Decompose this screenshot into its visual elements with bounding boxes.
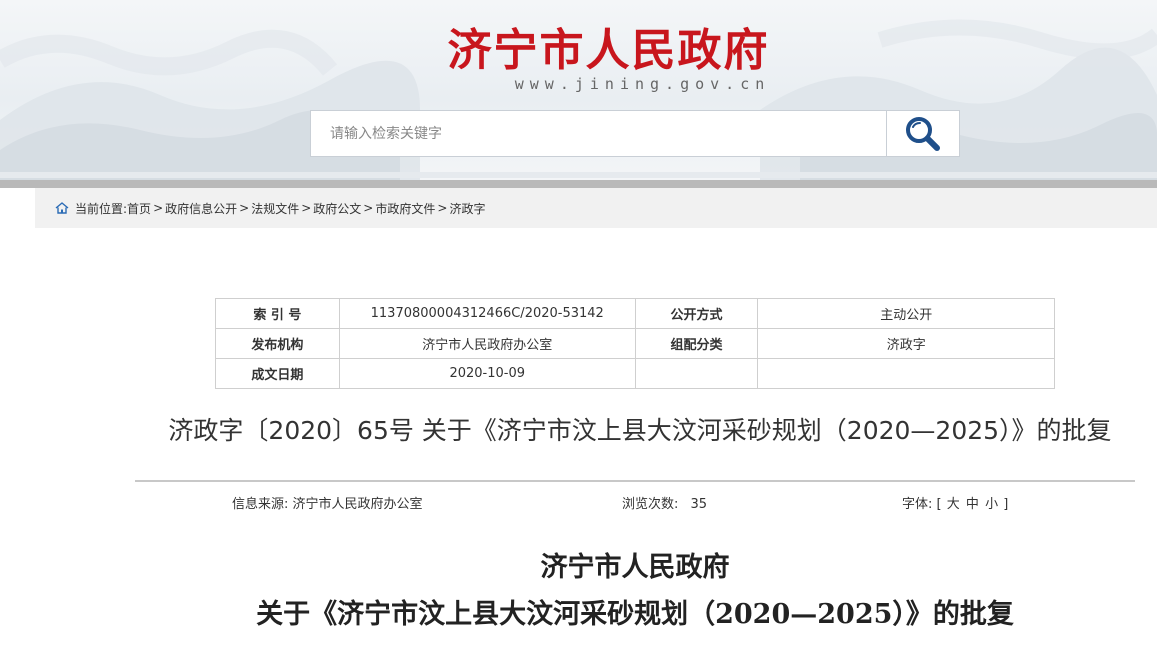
empty-cell [757,358,1055,389]
breadcrumb-item-regulations[interactable]: 法规文件 [251,200,299,217]
document-title: 济政字〔2020〕65号 关于《济宁市汶上县大汶河采砂规划（2020—2025）… [168,416,1112,445]
breadcrumb-item-jizhengzi[interactable]: 济政字 [449,200,485,217]
index-value: 11370800004312466C/2020-53142 [338,298,636,329]
disclosure-value: 主动公开 [757,298,1055,329]
font-label: 字体: [902,497,933,512]
body-heading-subject: 关于《济宁市汶上县大汶河采砂规划（2020—2025）》的批复 [256,599,1014,630]
category-label: 组配分类 [634,328,759,359]
table-row: 成文日期 2020-10-09 [215,358,1055,389]
source-value: 济宁市人民政府办公室 [292,497,423,512]
search-button[interactable] [886,111,959,156]
font-size-medium[interactable]: 中 [966,497,979,512]
table-row: 索 引 号 11370800004312466C/2020-53142 公开方式… [215,298,1055,329]
search-icon [906,116,940,151]
source-label: 信息来源: [232,497,289,512]
font-bracket-open: [ [936,497,942,512]
home-icon [55,201,69,215]
breadcrumb-separator: > [301,201,312,215]
views-label: 浏览次数: [622,497,679,512]
publisher-label: 发布机构 [215,328,340,359]
index-label: 索 引 号 [215,298,340,329]
font-size-controls: 字体: [ 大 中 小 ] [902,493,1008,512]
font-size-large[interactable]: 大 [947,497,960,512]
breadcrumb: 当前位置: 首页 > 政府信息公开 > 法规文件 > 政府公文 > 市政府文件 > 济政字 [35,188,1157,228]
table-row: 发布机构 济宁市人民政府办公室 组配分类 济政字 [215,328,1055,359]
site-title: 济宁市人民政府 [447,25,770,76]
site-header: 济宁市人民政府 www.jining.gov.cn [0,0,1157,180]
empty-cell [634,358,759,389]
breadcrumb-item-city-documents[interactable]: 市政府文件 [375,200,435,217]
date-label: 成文日期 [215,358,340,389]
breadcrumb-item-info-disclosure[interactable]: 政府信息公开 [165,200,237,217]
info-views: 浏览次数: 35 [622,493,707,512]
font-bracket-close: ] [1003,497,1009,512]
breadcrumb-separator: > [239,201,250,215]
search-bar [310,110,960,157]
publisher-value: 济宁市人民政府办公室 [338,328,636,359]
font-size-small[interactable]: 小 [985,497,998,512]
date-value: 2020-10-09 [338,358,636,389]
breadcrumb-separator: > [437,201,448,215]
body-heading-issuer: 济宁市人民政府 [540,552,730,583]
views-value: 35 [690,497,708,512]
breadcrumb-item-gov-documents[interactable]: 政府公文 [313,200,361,217]
disclosure-label: 公开方式 [634,298,759,329]
breadcrumb-prefix: 当前位置: [75,201,128,216]
site-url: www.jining.gov.cn [514,75,771,93]
category-value: 济政字 [757,328,1055,359]
title-divider [135,480,1135,482]
search-input[interactable] [311,111,886,156]
breadcrumb-item-home[interactable]: 首页 [127,200,151,217]
breadcrumb-separator: > [363,201,374,215]
document-meta-table: 索 引 号 11370800004312466C/2020-53142 公开方式… [215,298,1055,389]
info-source: 信息来源: 济宁市人民政府办公室 [232,493,423,512]
header-divider [0,180,1157,188]
breadcrumb-separator: > [153,201,164,215]
